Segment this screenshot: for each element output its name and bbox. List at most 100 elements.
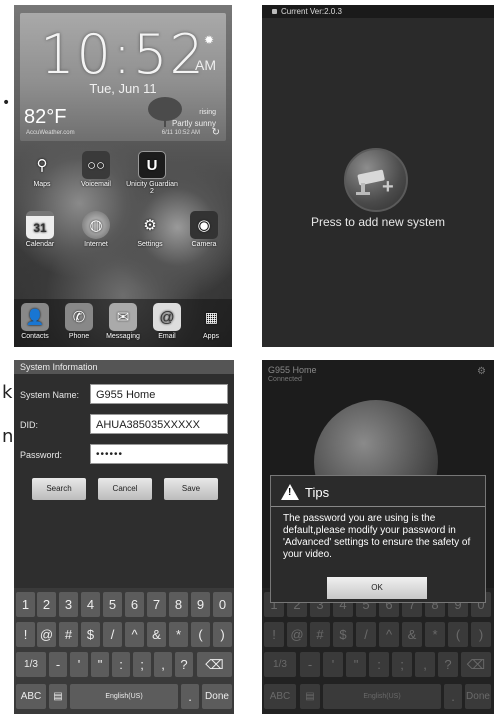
key: ^ bbox=[379, 622, 399, 647]
done-key[interactable]: Done bbox=[202, 684, 232, 709]
envelope-icon: ✉ bbox=[109, 303, 137, 331]
key: 1/3 bbox=[264, 652, 296, 677]
clipboard-icon[interactable]: ▤ bbox=[49, 684, 67, 709]
clock-weather-widget[interactable]: 10:52 ✹ AM Tue, Jun 11 82°F AccuWeather.… bbox=[20, 13, 226, 141]
dock-messaging[interactable]: ✉ Messaging bbox=[98, 303, 148, 340]
add-system-button[interactable]: + bbox=[344, 148, 408, 212]
cancel-button[interactable]: Cancel bbox=[98, 478, 152, 500]
key-page[interactable]: 1/3 bbox=[16, 652, 46, 677]
key[interactable]: 4 bbox=[81, 592, 100, 617]
dock-apps[interactable]: ▦ Apps bbox=[186, 303, 232, 341]
key[interactable]: ? bbox=[175, 652, 193, 677]
app-calendar[interactable]: 31 Calendar bbox=[14, 211, 66, 248]
key[interactable]: 7 bbox=[147, 592, 166, 617]
app-grid-icon: ▦ bbox=[204, 308, 218, 325]
key[interactable]: : bbox=[112, 652, 130, 677]
key[interactable]: ^ bbox=[125, 622, 144, 647]
key: ; bbox=[392, 652, 412, 677]
key[interactable]: " bbox=[91, 652, 109, 677]
key[interactable]: 1 bbox=[16, 592, 35, 617]
app-label: Apps bbox=[203, 333, 219, 340]
key[interactable]: & bbox=[147, 622, 166, 647]
key: , bbox=[415, 652, 435, 677]
tips-dialog: ! Tips The password you are using is the… bbox=[270, 475, 486, 603]
key[interactable]: ) bbox=[213, 622, 232, 647]
app-label: Messaging bbox=[106, 333, 140, 340]
key[interactable]: ( bbox=[191, 622, 210, 647]
email-at-icon: @ bbox=[153, 303, 181, 331]
system-name-field[interactable]: G955 Home bbox=[90, 384, 228, 404]
password-field[interactable]: •••••• bbox=[90, 444, 228, 464]
save-button[interactable]: Save bbox=[164, 478, 218, 500]
temperature: 82°F bbox=[24, 106, 67, 128]
app-internet[interactable]: ◍ Internet bbox=[70, 211, 122, 248]
map-pin-icon: ⚲ bbox=[36, 157, 48, 174]
key: ! bbox=[264, 622, 284, 647]
app-maps[interactable]: ⚲ Maps bbox=[16, 151, 68, 188]
key: ( bbox=[448, 622, 468, 647]
clipboard-icon: ▤ bbox=[300, 684, 320, 709]
edge-letter-k: k bbox=[2, 382, 13, 403]
clock-date: Tue, Jun 11 bbox=[89, 81, 157, 96]
key[interactable]: 2 bbox=[37, 592, 56, 617]
password-label: Password: bbox=[20, 450, 63, 460]
camera-icon: ◉ bbox=[190, 211, 218, 239]
dock-email[interactable]: @ Email bbox=[142, 303, 192, 340]
key[interactable]: , bbox=[154, 652, 172, 677]
backspace-icon[interactable]: ⌫ bbox=[197, 652, 232, 677]
dialog-message: The password you are using is the defaul… bbox=[283, 513, 471, 560]
globe-icon: ◍ bbox=[82, 211, 110, 239]
key[interactable]: ! bbox=[16, 622, 35, 647]
app-settings[interactable]: ⚙ Settings bbox=[124, 211, 176, 248]
dock-phone[interactable]: ✆ Phone bbox=[54, 303, 104, 340]
app-label: Contacts bbox=[21, 333, 49, 340]
edge-letter-n: n bbox=[2, 426, 14, 447]
key: . bbox=[444, 684, 462, 709]
search-button[interactable]: Search bbox=[32, 478, 86, 500]
key-abc[interactable]: ABC bbox=[16, 684, 46, 709]
sun-icon: ✹ bbox=[203, 33, 214, 47]
key[interactable]: * bbox=[169, 622, 188, 647]
key[interactable]: / bbox=[103, 622, 122, 647]
key[interactable]: ; bbox=[133, 652, 151, 677]
edge-bullet: • bbox=[2, 95, 11, 111]
weather-rising: rising bbox=[199, 109, 216, 116]
ok-button[interactable]: OK bbox=[327, 577, 427, 599]
add-system-panel: Current Ver:2.0.3 + Press to add new sys… bbox=[262, 5, 494, 347]
refresh-icon[interactable]: ↻ bbox=[212, 127, 220, 138]
key[interactable]: 9 bbox=[191, 592, 210, 617]
key[interactable]: 6 bbox=[125, 592, 144, 617]
key[interactable]: 3 bbox=[59, 592, 78, 617]
key[interactable]: # bbox=[59, 622, 78, 647]
app-voicemail[interactable]: ○○ Voicemail bbox=[70, 151, 122, 188]
key[interactable]: 8 bbox=[169, 592, 188, 617]
did-field[interactable]: AHUA385035XXXXX bbox=[90, 414, 228, 434]
key-dot[interactable]: . bbox=[181, 684, 199, 709]
app-unicity-guardian[interactable]: U Unicity Guardian 2 bbox=[126, 151, 178, 195]
version-text: Current Ver:2.0.3 bbox=[281, 7, 342, 16]
key[interactable]: @ bbox=[37, 622, 56, 647]
settings-icon[interactable]: ⚙ bbox=[477, 366, 486, 377]
key[interactable]: $ bbox=[81, 622, 100, 647]
clock-time: 10:52 bbox=[40, 23, 206, 86]
did-label: DID: bbox=[20, 420, 38, 430]
app-status-icon bbox=[272, 9, 277, 14]
app-label: Maps bbox=[33, 181, 51, 188]
system-info-panel: System Information System Name: G955 Hom… bbox=[14, 360, 234, 714]
app-label: Voicemail bbox=[81, 181, 111, 188]
weather-description: Partly sunny bbox=[171, 119, 216, 128]
key: ? bbox=[438, 652, 458, 677]
app-label: Email bbox=[158, 333, 176, 340]
key[interactable]: - bbox=[49, 652, 67, 677]
guardian-logo-icon: U bbox=[138, 151, 166, 179]
key[interactable]: ' bbox=[70, 652, 88, 677]
key[interactable]: 5 bbox=[103, 592, 122, 617]
space-key[interactable]: English(US) bbox=[70, 684, 178, 709]
key: @ bbox=[287, 622, 307, 647]
device-name: G955 Home bbox=[268, 365, 317, 375]
app-camera[interactable]: ◉ Camera bbox=[178, 211, 230, 248]
key[interactable]: 0 bbox=[213, 592, 232, 617]
key: / bbox=[356, 622, 376, 647]
dialog-divider bbox=[271, 506, 485, 507]
app-label: Phone bbox=[68, 333, 90, 340]
